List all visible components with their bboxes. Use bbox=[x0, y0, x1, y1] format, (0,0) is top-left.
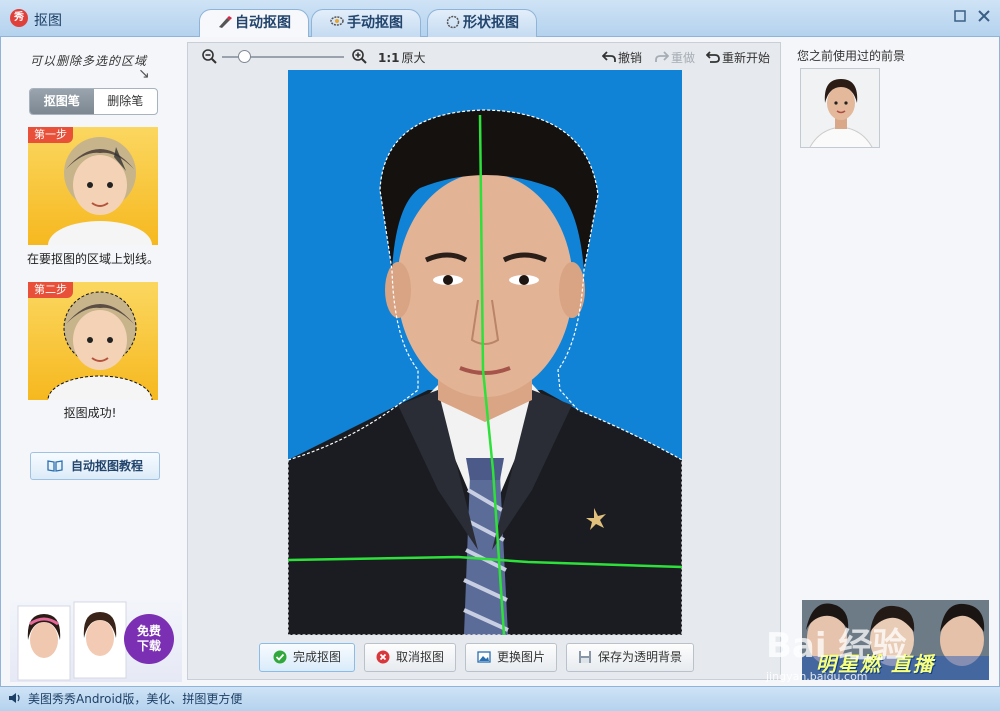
baidu-watermark: Bai 经验 bbox=[766, 626, 907, 666]
tab-manual-cutout[interactable]: 手动抠图 bbox=[311, 9, 421, 37]
tutorial-label: 自动抠图教程 bbox=[70, 459, 143, 473]
ratio-label: 原大 bbox=[401, 51, 426, 65]
cancel-cutout-button[interactable]: 取消抠图 bbox=[364, 643, 456, 672]
redo-icon bbox=[655, 51, 669, 62]
tab-manual-cutout-label: 手动抠图 bbox=[347, 15, 403, 31]
step2-illustration: 第二步 bbox=[28, 282, 158, 400]
app-logo-icon: 秀 bbox=[10, 9, 28, 27]
cancel-cutout-label: 取消抠图 bbox=[395, 650, 444, 664]
undo-icon bbox=[602, 51, 616, 62]
image-icon bbox=[477, 651, 491, 663]
restart-button[interactable]: 重新开始 bbox=[706, 49, 770, 66]
cutout-pen-button[interactable]: 抠图笔 bbox=[30, 89, 94, 114]
curved-arrow-icon: ↘ bbox=[138, 66, 150, 82]
photo-canvas[interactable] bbox=[288, 70, 682, 635]
redo-button[interactable]: 重做 bbox=[655, 49, 695, 66]
finish-cutout-button[interactable]: 完成抠图 bbox=[259, 643, 355, 672]
redo-label: 重做 bbox=[671, 51, 696, 65]
auto-cutout-tutorial-button[interactable]: 自动抠图教程 bbox=[30, 452, 160, 480]
pen-toggle: 抠图笔 删除笔 bbox=[29, 88, 158, 115]
step2-caption: 抠图成功! bbox=[63, 406, 117, 420]
step2-badge: 第二步 bbox=[28, 282, 73, 298]
zoom-out-icon[interactable] bbox=[201, 48, 217, 64]
tab-auto-cutout[interactable]: 自动抠图 bbox=[199, 9, 309, 38]
shape-icon bbox=[446, 15, 460, 29]
close-icon[interactable] bbox=[976, 9, 992, 25]
undo-button[interactable]: 撤销 bbox=[602, 49, 642, 66]
window-title: 抠图 bbox=[34, 13, 62, 29]
lasso-icon bbox=[330, 16, 344, 26]
finish-cutout-label: 完成抠图 bbox=[292, 650, 341, 664]
actual-size-button[interactable]: 1:1 原大 bbox=[378, 49, 426, 66]
brush-icon bbox=[219, 16, 232, 28]
save-transparent-button[interactable]: 保存为透明背景 bbox=[566, 643, 694, 672]
tab-shape-cutout-label: 形状抠图 bbox=[463, 15, 519, 31]
restart-label: 重新开始 bbox=[722, 51, 771, 65]
baby-cutout-image bbox=[47, 291, 153, 400]
zoom-in-icon[interactable] bbox=[351, 48, 367, 64]
baidu-watermark-url: jingyan.baidu.com bbox=[766, 670, 868, 683]
step1-illustration: 第一步 bbox=[28, 127, 158, 245]
baby-image bbox=[48, 137, 152, 245]
change-image-button[interactable]: 更换图片 bbox=[465, 643, 557, 672]
hint-text: 可以删除多选的区域 bbox=[30, 54, 148, 68]
download-label: 下载 bbox=[136, 639, 161, 653]
woman-portrait-image bbox=[801, 69, 879, 147]
step1-badge: 第一步 bbox=[28, 127, 73, 143]
free-download-badge[interactable]: 免费 下载 bbox=[124, 614, 174, 664]
previous-foreground-title: 您之前使用过的前景 bbox=[797, 49, 906, 63]
check-icon bbox=[273, 650, 287, 664]
tab-shape-cutout[interactable]: 形状抠图 bbox=[427, 9, 537, 37]
save-transparent-label: 保存为透明背景 bbox=[597, 650, 682, 664]
step1-caption: 在要抠图的区域上划线。 bbox=[26, 252, 159, 266]
tab-auto-cutout-label: 自动抠图 bbox=[235, 15, 291, 31]
save-icon bbox=[578, 651, 591, 663]
speaker-icon bbox=[9, 693, 20, 703]
ratio-value: 1:1 bbox=[378, 51, 400, 65]
restart-icon bbox=[706, 51, 720, 63]
status-promo-link[interactable]: 美图秀秀Android版，美化、拼图更方便 bbox=[28, 690, 242, 707]
change-image-label: 更换图片 bbox=[496, 650, 545, 664]
cancel-icon bbox=[376, 650, 390, 664]
undo-label: 撤销 bbox=[618, 51, 643, 65]
erase-pen-button[interactable]: 删除笔 bbox=[94, 89, 158, 114]
portrait-image bbox=[288, 109, 682, 635]
free-label: 免费 bbox=[136, 624, 161, 638]
previous-foreground-thumbnail[interactable] bbox=[800, 68, 880, 148]
maximize-icon[interactable] bbox=[952, 9, 968, 25]
book-icon bbox=[47, 460, 63, 472]
